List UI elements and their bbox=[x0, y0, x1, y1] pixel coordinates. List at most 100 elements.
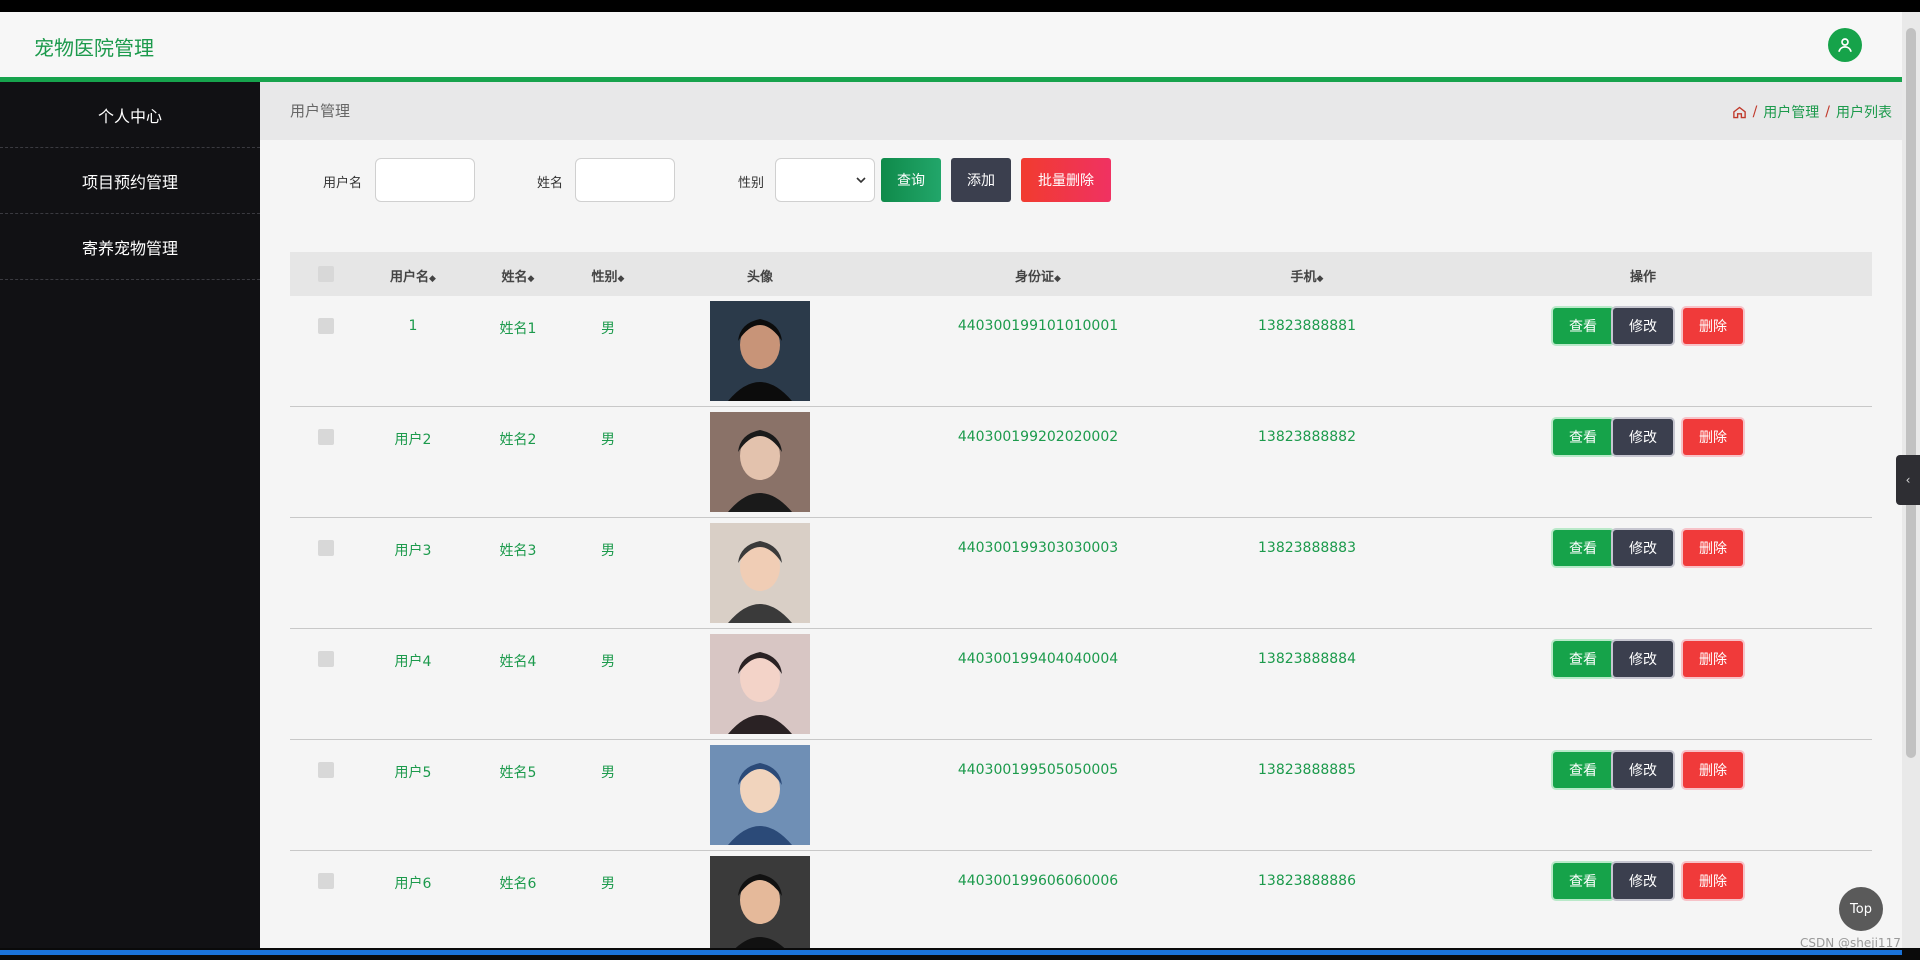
cell-idcard: 440300199101010001 bbox=[957, 318, 1119, 334]
delete-button[interactable]: 删除 bbox=[1683, 752, 1743, 788]
cell-username: 用户5 bbox=[394, 765, 432, 781]
table-row: 用户6 姓名6 男 440300199606060006 13823888886… bbox=[290, 851, 1872, 948]
row-checkbox[interactable] bbox=[318, 651, 334, 667]
view-button[interactable]: 查看 bbox=[1553, 530, 1613, 566]
sort-icon: ◆ bbox=[617, 274, 625, 284]
home-icon[interactable] bbox=[1732, 105, 1747, 120]
cell-idcard: 440300199202020002 bbox=[957, 429, 1119, 445]
cell-phone: 13823888881 bbox=[1258, 318, 1356, 334]
header-label: 手机 bbox=[1290, 270, 1317, 285]
cell-name: 姓名3 bbox=[499, 543, 537, 559]
view-button[interactable]: 查看 bbox=[1553, 308, 1613, 344]
view-button[interactable]: 查看 bbox=[1553, 863, 1613, 899]
delete-button[interactable]: 删除 bbox=[1683, 863, 1743, 899]
breadcrumb-link-user-management[interactable]: 用户管理 bbox=[1763, 102, 1819, 122]
scrollbar-thumb[interactable] bbox=[1906, 28, 1916, 758]
table-row: 用户5 姓名5 男 440300199505050005 13823888885… bbox=[290, 740, 1872, 851]
avatar-photo[interactable] bbox=[710, 523, 810, 623]
header-avatar: 头像 bbox=[746, 270, 774, 285]
filter-bar: 用户名 姓名 性别 查询 添加 批量删除 bbox=[260, 158, 1902, 202]
collapse-panel-tab[interactable]: ‹ bbox=[1896, 455, 1920, 505]
taskbar-strip bbox=[0, 948, 1920, 960]
sidebar-item-personal-center[interactable]: 个人中心 bbox=[0, 82, 260, 148]
sidebar-item-label: 个人中心 bbox=[97, 106, 162, 126]
view-button[interactable]: 查看 bbox=[1553, 752, 1613, 788]
header-gender[interactable]: 性别◆ bbox=[592, 266, 625, 285]
edit-button[interactable]: 修改 bbox=[1613, 419, 1673, 455]
query-button[interactable]: 查询 bbox=[881, 158, 941, 202]
row-checkbox[interactable] bbox=[318, 540, 334, 556]
cell-username: 用户6 bbox=[394, 876, 432, 892]
table-row: 用户2 姓名2 男 440300199202020002 13823888882… bbox=[290, 407, 1872, 518]
add-button[interactable]: 添加 bbox=[951, 158, 1011, 202]
view-button[interactable]: 查看 bbox=[1553, 419, 1613, 455]
header-name[interactable]: 姓名◆ bbox=[502, 266, 535, 285]
sidebar: 个人中心 项目预约管理 寄养宠物管理 bbox=[0, 82, 260, 948]
avatar-photo[interactable] bbox=[710, 745, 810, 845]
cell-gender: 男 bbox=[601, 543, 615, 559]
breadcrumb-separator: / bbox=[1825, 104, 1830, 120]
breadcrumb-bar: 用户管理 / 用户管理 / 用户列表 bbox=[260, 82, 1902, 140]
user-icon bbox=[1838, 38, 1852, 52]
breadcrumb-separator: / bbox=[1752, 104, 1758, 120]
row-checkbox[interactable] bbox=[318, 429, 334, 445]
cell-name: 姓名1 bbox=[499, 321, 537, 337]
cell-username: 1 bbox=[408, 318, 418, 334]
username-input[interactable] bbox=[375, 158, 475, 202]
edit-button[interactable]: 修改 bbox=[1613, 752, 1673, 788]
edit-button[interactable]: 修改 bbox=[1613, 530, 1673, 566]
batch-delete-button[interactable]: 批量删除 bbox=[1021, 158, 1111, 202]
delete-button[interactable]: 删除 bbox=[1683, 419, 1743, 455]
avatar-photo[interactable] bbox=[710, 634, 810, 734]
cell-username: 用户2 bbox=[394, 432, 432, 448]
cell-username: 用户4 bbox=[394, 654, 432, 670]
name-label: 姓名 bbox=[537, 176, 564, 191]
gender-select[interactable] bbox=[775, 158, 875, 202]
view-button[interactable]: 查看 bbox=[1553, 641, 1613, 677]
avatar-photo[interactable] bbox=[710, 412, 810, 512]
header-username[interactable]: 用户名◆ bbox=[390, 266, 436, 285]
delete-button[interactable]: 删除 bbox=[1683, 308, 1743, 344]
sidebar-item-appointment[interactable]: 项目预约管理 bbox=[0, 148, 260, 214]
app-window: 宠物医院管理 个人中心 项目预约管理 寄养宠物管理 用户管理 / 用户管理 / … bbox=[0, 12, 1902, 948]
row-checkbox[interactable] bbox=[318, 762, 334, 778]
row-checkbox[interactable] bbox=[318, 873, 334, 889]
header-phone[interactable]: 手机◆ bbox=[1291, 266, 1324, 285]
sort-icon: ◆ bbox=[1054, 274, 1061, 284]
name-input[interactable] bbox=[575, 158, 675, 202]
cell-gender: 男 bbox=[601, 876, 615, 892]
back-to-top-button[interactable]: Top bbox=[1839, 887, 1883, 931]
row-checkbox[interactable] bbox=[318, 318, 334, 334]
sort-icon: ◆ bbox=[429, 274, 436, 284]
edit-button[interactable]: 修改 bbox=[1613, 641, 1673, 677]
cell-name: 姓名5 bbox=[499, 765, 537, 781]
sidebar-item-label: 项目预约管理 bbox=[81, 172, 178, 192]
cell-name: 姓名2 bbox=[499, 432, 537, 448]
table-row: 用户3 姓名3 男 440300199303030003 13823888883… bbox=[290, 518, 1872, 629]
cell-gender: 男 bbox=[601, 321, 615, 337]
cell-idcard: 440300199606060006 bbox=[957, 873, 1119, 889]
header-label: 用户名 bbox=[390, 270, 430, 285]
table-body: 1 姓名1 男 440300199101010001 13823888881 查… bbox=[290, 296, 1872, 948]
avatar-photo[interactable] bbox=[710, 301, 810, 401]
table-header: 用户名◆ 姓名◆ 性别◆ 头像 身份证◆ 手机◆ 操作 bbox=[290, 252, 1872, 296]
select-all-checkbox[interactable] bbox=[318, 266, 334, 282]
table-row: 1 姓名1 男 440300199101010001 13823888881 查… bbox=[290, 296, 1872, 407]
user-avatar-button[interactable] bbox=[1828, 28, 1862, 62]
breadcrumb-link-user-list[interactable]: 用户列表 bbox=[1836, 102, 1892, 122]
chevron-left-icon: ‹ bbox=[1905, 473, 1911, 487]
avatar-photo[interactable] bbox=[710, 856, 810, 948]
delete-button[interactable]: 删除 bbox=[1683, 530, 1743, 566]
cell-username: 用户3 bbox=[394, 543, 432, 559]
cell-idcard: 440300199404040004 bbox=[957, 651, 1119, 667]
edit-button[interactable]: 修改 bbox=[1613, 308, 1673, 344]
sidebar-item-boarding-pets[interactable]: 寄养宠物管理 bbox=[0, 214, 260, 280]
header-actions: 操作 bbox=[1629, 270, 1657, 285]
table-row: 用户4 姓名4 男 440300199404040004 13823888884… bbox=[290, 629, 1872, 740]
cell-idcard: 440300199303030003 bbox=[957, 540, 1119, 556]
edit-button[interactable]: 修改 bbox=[1613, 863, 1673, 899]
cell-idcard: 440300199505050005 bbox=[957, 762, 1119, 778]
delete-button[interactable]: 删除 bbox=[1683, 641, 1743, 677]
header-idcard[interactable]: 身份证◆ bbox=[1015, 266, 1061, 285]
header-label: 姓名 bbox=[501, 270, 528, 285]
